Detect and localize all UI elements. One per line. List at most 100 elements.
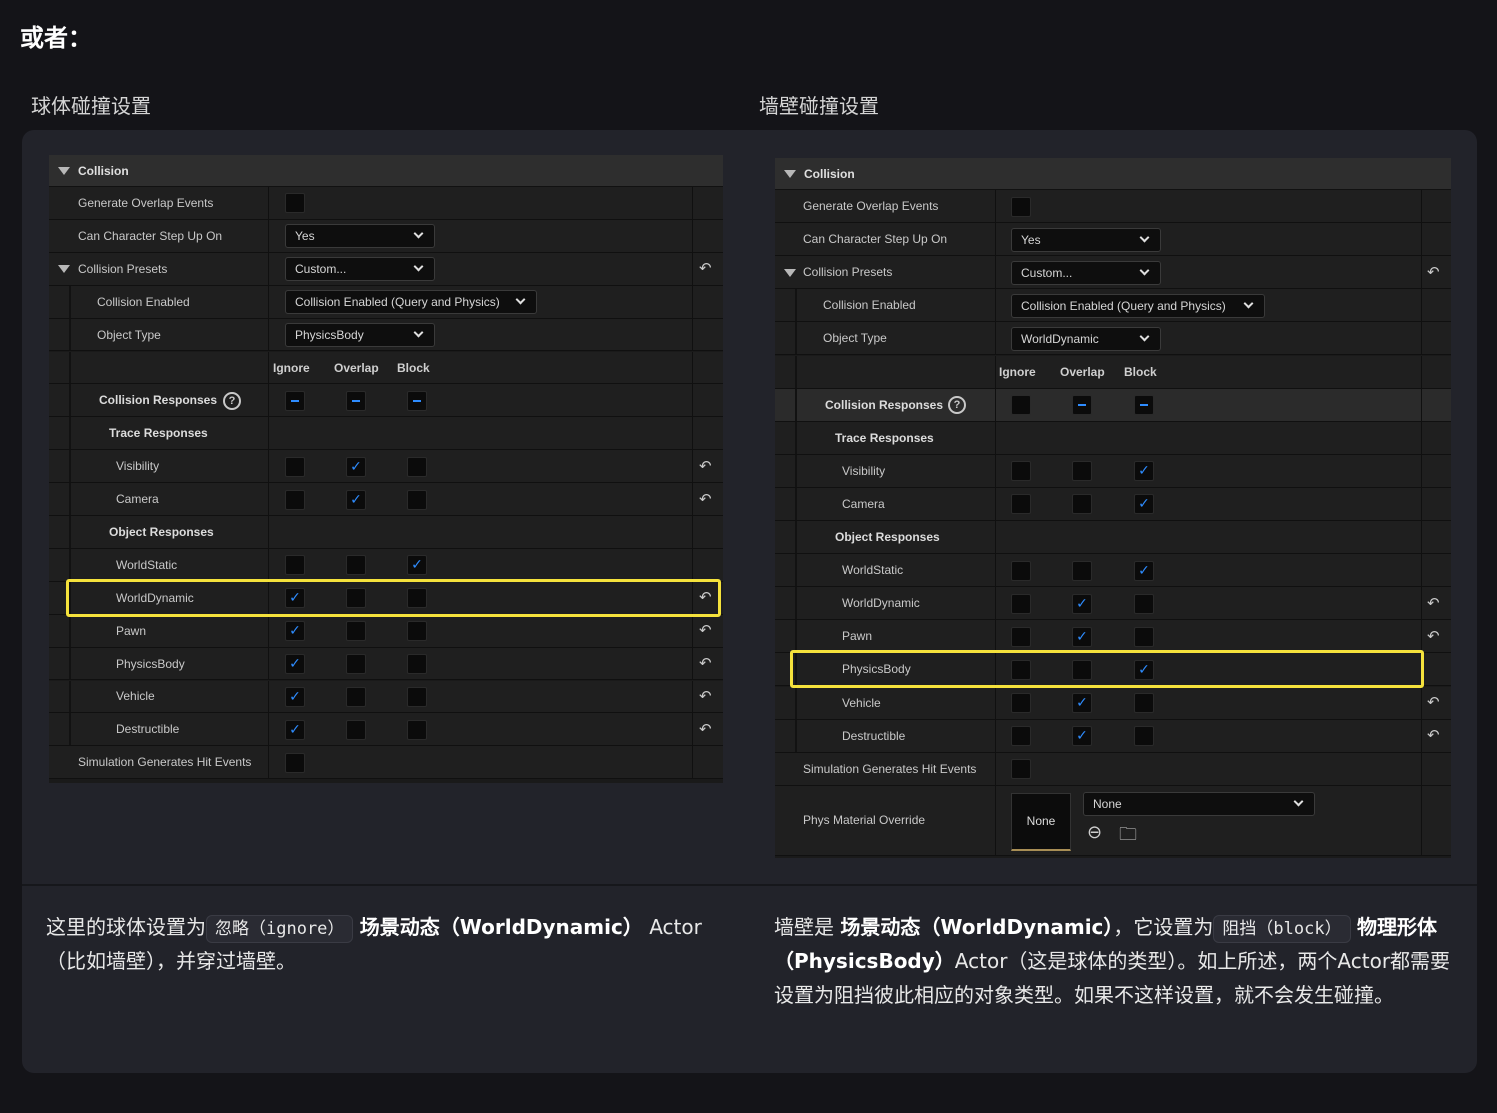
response-checkbox[interactable]: ✓ — [1072, 593, 1092, 614]
response-checkbox[interactable]: ✓ — [1134, 494, 1154, 515]
reset-arrow-icon[interactable]: ↶ — [699, 259, 712, 277]
response-checkbox[interactable]: ✓ — [1072, 626, 1092, 647]
response-checkbox[interactable] — [1011, 626, 1031, 647]
response-checkbox[interactable]: ✓ — [285, 654, 305, 675]
response-checkbox[interactable]: ✓ — [1134, 461, 1154, 482]
reset-arrow-icon[interactable]: ↶ — [699, 490, 712, 508]
response-checkbox[interactable] — [1134, 395, 1154, 416]
response-checkbox[interactable]: ✓ — [1134, 560, 1154, 581]
response-checkbox[interactable] — [285, 390, 305, 411]
response-checkbox[interactable] — [1011, 461, 1031, 482]
dropdown-select[interactable]: Collision Enabled (Query and Physics) — [1011, 293, 1265, 318]
triangle-down-icon[interactable] — [784, 170, 796, 178]
response-checkbox[interactable] — [346, 719, 366, 740]
reset-arrow-icon[interactable]: ↶ — [1427, 627, 1440, 645]
response-checkbox[interactable] — [1134, 726, 1154, 747]
column-separator — [1421, 587, 1422, 620]
dropdown-select[interactable]: Yes — [1011, 227, 1161, 252]
response-checkbox[interactable] — [1011, 726, 1031, 747]
response-checkbox[interactable] — [1072, 560, 1092, 581]
reset-arrow-icon[interactable]: ↶ — [699, 621, 712, 639]
response-checkbox[interactable] — [407, 621, 427, 642]
response-checkbox[interactable] — [1072, 494, 1092, 515]
reset-arrow-icon[interactable]: ↶ — [1427, 263, 1440, 281]
response-checkbox[interactable] — [285, 456, 305, 477]
response-checkbox[interactable] — [285, 752, 305, 773]
response-checkbox[interactable] — [407, 686, 427, 707]
asset-picker-dropdown[interactable]: None — [1083, 791, 1315, 816]
response-checkbox[interactable] — [346, 621, 366, 642]
dropdown-value: None — [1093, 796, 1122, 811]
reset-arrow-icon[interactable]: ↶ — [699, 654, 712, 672]
response-checkbox[interactable] — [1134, 626, 1154, 647]
column-separator — [1421, 223, 1422, 256]
property-row: Collision Enabled Collision Enabled (Quer… — [49, 285, 723, 319]
triangle-down-icon[interactable] — [58, 167, 70, 175]
dropdown-select[interactable]: Custom... — [1011, 260, 1161, 285]
response-checkbox[interactable] — [1011, 196, 1031, 217]
response-checkbox[interactable] — [285, 489, 305, 510]
checkmark-icon: ✓ — [1076, 628, 1088, 645]
response-checkbox[interactable] — [346, 555, 366, 576]
response-checkbox[interactable]: ✓ — [285, 719, 305, 740]
response-checkbox[interactable] — [1011, 560, 1031, 581]
triangle-down-icon[interactable] — [784, 268, 796, 277]
response-checkbox[interactable] — [1011, 693, 1031, 714]
response-checkbox[interactable] — [1011, 593, 1031, 614]
reset-arrow-icon[interactable]: ↶ — [1427, 594, 1440, 612]
column-separator — [268, 417, 269, 450]
dropdown-select[interactable]: Collision Enabled (Query and Physics) — [285, 290, 537, 315]
response-checkbox[interactable] — [407, 489, 427, 510]
property-label: Phys Material Override — [803, 813, 926, 828]
dropdown-select[interactable]: WorldDynamic — [1011, 326, 1161, 351]
property-label: Collision Responses — [825, 397, 944, 412]
column-separator — [268, 483, 269, 515]
response-checkbox[interactable] — [407, 719, 427, 740]
response-checkbox[interactable] — [346, 654, 366, 675]
reset-arrow-icon[interactable]: ↶ — [699, 457, 712, 475]
reset-arrow-icon[interactable]: ↶ — [1427, 726, 1440, 744]
response-checkbox[interactable] — [285, 193, 305, 214]
response-checkbox[interactable]: ✓ — [346, 489, 366, 510]
response-checkbox[interactable] — [407, 654, 427, 675]
left-description: 这里的球体设置为 忽略（ignore） 场景动态（WorldDynamic） Ac… — [46, 910, 726, 978]
question-circle-icon[interactable]: ? — [223, 391, 241, 410]
dropdown-value: Custom... — [1021, 265, 1073, 280]
response-checkbox[interactable]: ✓ — [407, 555, 427, 576]
asset-thumbnail[interactable]: None — [1011, 792, 1071, 851]
response-checkbox[interactable] — [346, 390, 366, 411]
response-checkbox[interactable]: ✓ — [1072, 693, 1092, 714]
property-row: Collision Enabled Collision Enabled (Quer… — [775, 289, 1451, 323]
response-checkbox[interactable] — [1011, 759, 1031, 780]
response-checkbox[interactable] — [1011, 494, 1031, 515]
response-checkbox[interactable]: ✓ — [1072, 726, 1092, 747]
response-checkbox[interactable] — [407, 390, 427, 411]
reset-arrow-icon[interactable]: ↶ — [1427, 693, 1440, 711]
reset-arrow-icon[interactable]: ↶ — [699, 687, 712, 705]
reset-arrow-icon[interactable]: ↶ — [699, 720, 712, 738]
response-checkbox[interactable] — [1072, 461, 1092, 482]
triangle-down-icon[interactable] — [58, 265, 70, 274]
response-checkbox[interactable] — [407, 456, 427, 477]
question-circle-icon[interactable]: ? — [948, 396, 966, 415]
collision-section-header[interactable]: Collision — [49, 155, 723, 187]
folder-search-icon[interactable]: 🗀 — [1119, 822, 1137, 852]
response-checkbox[interactable] — [285, 555, 305, 576]
dropdown-select[interactable]: Custom... — [285, 257, 435, 282]
dropdown-value: Yes — [295, 229, 315, 244]
indent-bar — [795, 388, 797, 421]
arrow-left-circle-icon[interactable]: ⊖ — [1087, 822, 1102, 843]
response-checkbox[interactable]: ✓ — [285, 621, 305, 642]
response-checkbox[interactable] — [1134, 593, 1154, 614]
response-checkbox[interactable]: ✓ — [285, 686, 305, 707]
dropdown-select[interactable]: PhysicsBody — [285, 323, 435, 348]
response-checkbox[interactable] — [1011, 395, 1031, 416]
response-checkbox[interactable]: ✓ — [346, 456, 366, 477]
collision-section-header[interactable]: Collision — [775, 158, 1451, 190]
response-checkbox[interactable] — [346, 686, 366, 707]
response-checkbox[interactable] — [1134, 693, 1154, 714]
dropdown-select[interactable]: Yes — [285, 224, 435, 249]
property-row: Collision Responses? — [49, 384, 723, 418]
response-checkbox[interactable] — [1072, 395, 1092, 416]
indent-bar — [69, 516, 71, 548]
